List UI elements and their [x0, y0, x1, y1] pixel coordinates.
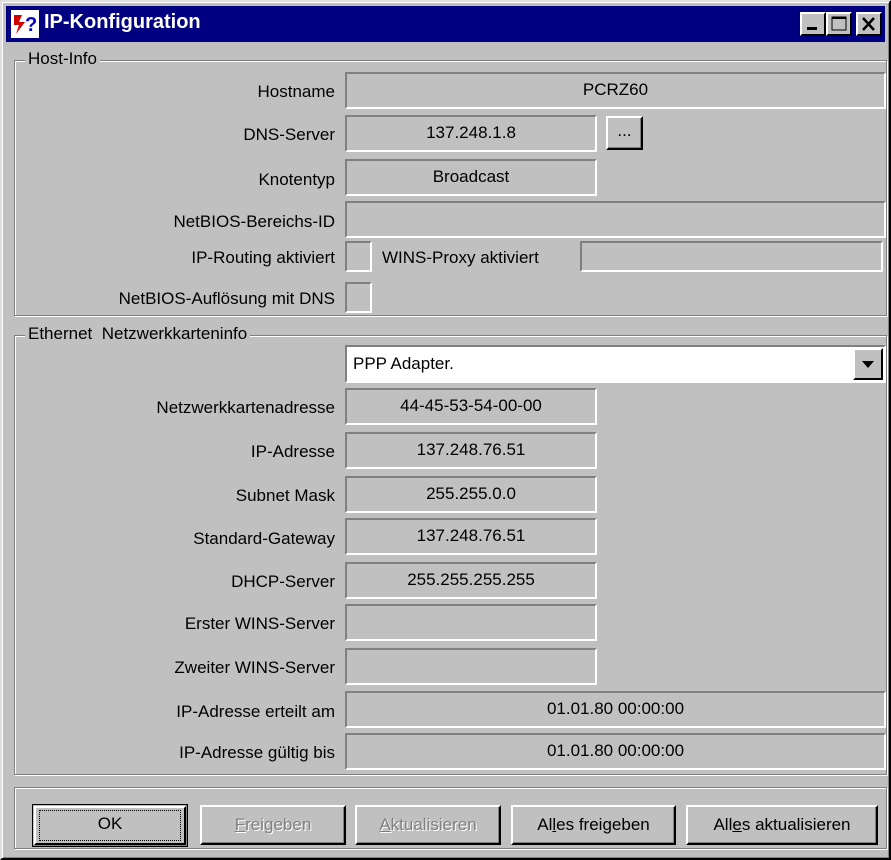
host-info-legend: Host-Info: [25, 49, 100, 69]
window-title: IP-Konfiguration: [44, 11, 201, 33]
adapter-row-label: DHCP-Server: [231, 572, 335, 591]
renew-all-label-end: s aktualisieren: [741, 815, 851, 834]
minimize-icon: [807, 27, 817, 30]
adapter-info-legend: Ethernet Netzwerkkarteninfo: [25, 324, 251, 344]
maximize-icon: [831, 16, 847, 31]
minimize-button[interactable]: [800, 12, 826, 36]
adapter-row-value: 44-45-53-54-00-00: [345, 388, 597, 425]
adapter-row-label: IP-Adresse gültig bis: [179, 743, 335, 762]
release-label: reigeben: [245, 815, 312, 834]
renew-label: ktualisieren: [390, 815, 477, 834]
title-bar[interactable]: ? IP-Konfiguration: [6, 6, 885, 42]
adapter-row-value: 137.248.76.51: [345, 432, 597, 469]
renew-all-label-start: All: [713, 815, 733, 834]
adapter-row-label: Netzwerkkartenadresse: [156, 398, 335, 417]
adapter-row-label: Erster WINS-Server: [184, 614, 335, 633]
adapter-row-label: Zweiter WINS-Server: [174, 658, 335, 677]
renew-button[interactable]: Aktualisieren: [355, 805, 501, 845]
adapter-row-label: Standard-Gateway: [193, 529, 335, 548]
close-icon: [862, 17, 875, 31]
close-button[interactable]: [856, 12, 882, 36]
ok-button[interactable]: OK: [32, 804, 188, 847]
adapter-row-value: 137.248.76.51: [345, 518, 597, 555]
release-mnemonic: F: [234, 815, 246, 834]
adapter-select[interactable]: PPP Adapter.: [345, 345, 886, 383]
adapter-row-label: Subnet Mask: [235, 486, 335, 505]
adapter-select-value: PPP Adapter.: [353, 354, 454, 373]
renew-mnemonic: A: [379, 815, 391, 834]
hostname-label: Hostname: [257, 82, 335, 101]
release-button[interactable]: Freigeben: [200, 805, 346, 845]
netbios-scope-field: [345, 201, 886, 238]
netbios-scope-label: NetBIOS-Bereichs-ID: [173, 212, 335, 231]
ok-button-label: OK: [97, 814, 123, 833]
app-icon: ?: [11, 10, 39, 38]
ip-config-window: ? IP-Konfiguration Host-Info Hostname PC…: [0, 0, 891, 860]
renew-all-button[interactable]: Alles aktualisieren: [686, 805, 878, 845]
adapter-row-value: 01.01.80 00:00:00: [345, 691, 886, 728]
node-type-label: Knotentyp: [258, 170, 335, 189]
svg-text:?: ?: [25, 14, 37, 36]
adapter-row-label: IP-Adresse erteilt am: [176, 702, 335, 721]
hostname-field: PCRZ60: [345, 72, 886, 109]
adapter-row-value: 255.255.255.255: [345, 562, 597, 599]
dns-server-label: DNS-Server: [243, 125, 335, 144]
dns-server-field: 137.248.1.8: [345, 115, 597, 152]
release-all-label-start: Al: [537, 815, 553, 834]
dns-more-button[interactable]: ...: [606, 116, 643, 150]
release-all-label-end: es freigeben: [556, 815, 650, 834]
maximize-button[interactable]: [826, 12, 852, 36]
adapter-select-dropdown-button[interactable]: [853, 348, 883, 380]
adapter-row-value: 01.01.80 00:00:00: [345, 733, 886, 770]
node-type-field: Broadcast: [345, 159, 597, 196]
renew-all-mnemonic: e: [732, 815, 742, 834]
chevron-down-icon: [862, 361, 874, 368]
adapter-row-value: 255.255.0.0: [345, 476, 597, 513]
netbios-dns-label: NetBIOS-Auflösung mit DNS: [118, 289, 335, 308]
ip-routing-checkbox[interactable]: [345, 241, 372, 272]
wins-proxy-field: [580, 241, 883, 272]
adapter-row-label: IP-Adresse: [250, 442, 335, 461]
wins-proxy-label: WINS-Proxy aktiviert: [382, 248, 539, 267]
adapter-row-value: [345, 648, 597, 685]
adapter-row-value: [345, 604, 597, 641]
ip-routing-label: IP-Routing aktiviert: [191, 248, 335, 267]
netbios-dns-checkbox[interactable]: [345, 282, 372, 313]
release-all-button[interactable]: Alles freigeben: [511, 805, 676, 845]
